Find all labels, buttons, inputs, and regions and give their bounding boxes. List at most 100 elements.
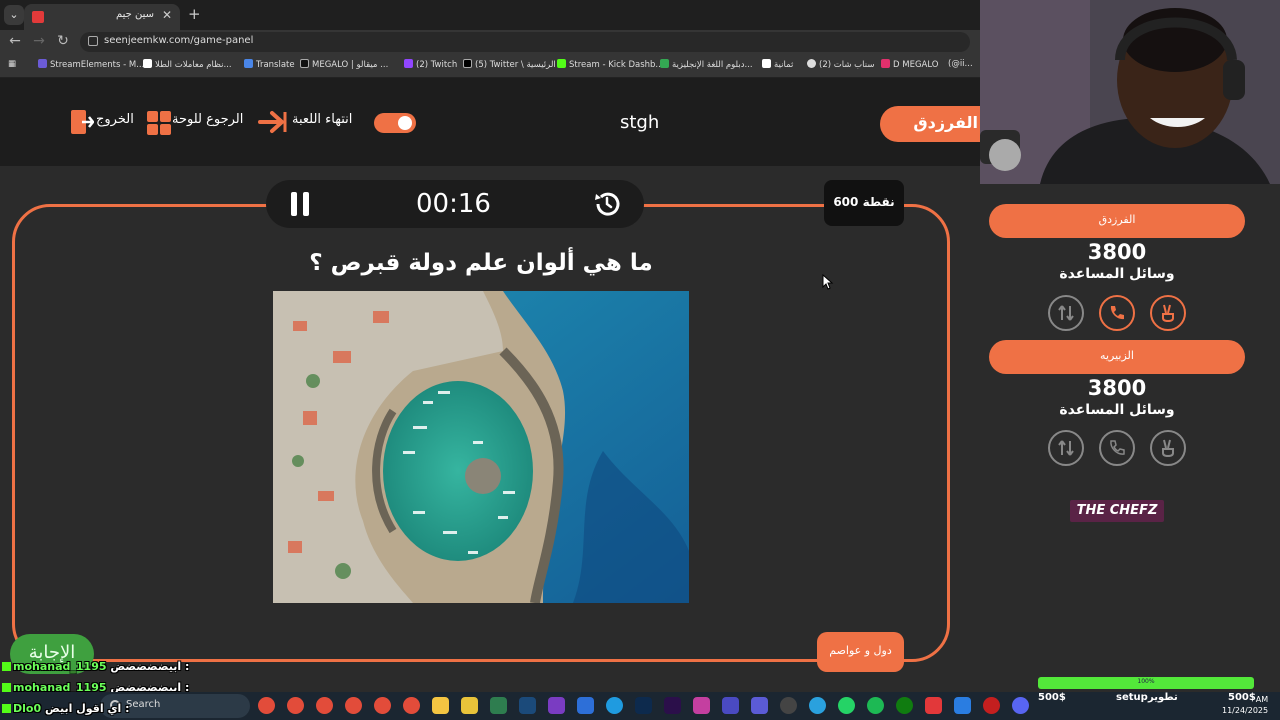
app-icon[interactable] [722, 697, 739, 714]
chrome-icon[interactable] [287, 697, 304, 714]
phone-friend-icon[interactable] [1099, 295, 1135, 331]
goal-progress-bar: 100% [1038, 677, 1254, 689]
telegram-icon[interactable] [809, 697, 826, 714]
points-value: 600 نقطة [833, 195, 895, 209]
back-arrow-icon[interactable]: ← [6, 33, 24, 49]
spotify-icon[interactable] [867, 697, 884, 714]
back-to-board-label[interactable]: الرجوع للوحة [172, 112, 243, 127]
dev-label: تطوير [1148, 692, 1178, 703]
gear-icon [398, 116, 412, 130]
exit-door-icon[interactable] [70, 109, 94, 135]
phone-friend-icon[interactable] [1099, 430, 1135, 466]
apps-grid-icon[interactable]: ▦ [8, 59, 16, 69]
url-field[interactable]: seenjeemkw.com/game-panel [80, 32, 970, 52]
chrome-icon[interactable] [345, 697, 362, 714]
kick-badge-icon [2, 704, 11, 713]
clock-date: 11/24/2025 [1222, 706, 1269, 715]
end-game-toggle[interactable] [374, 113, 416, 133]
swap-question-icon[interactable] [1048, 295, 1084, 331]
team-2-helpers-label: وسائل المساعدة [1059, 402, 1175, 418]
taskbar-clock[interactable]: AM 11/24/2025 [1222, 694, 1268, 716]
donation-left: 500$ [1038, 692, 1066, 703]
photoshop-icon[interactable] [635, 697, 652, 714]
whatsapp-icon[interactable] [838, 697, 855, 714]
bookmark-item[interactable]: (2) Twitch [404, 59, 457, 70]
double-points-icon[interactable] [1150, 295, 1186, 331]
arrow-right-icon[interactable] [258, 109, 288, 135]
bookmark-item[interactable]: (5) Twitter \ الرئيسية [463, 59, 556, 70]
site-favicon-icon [32, 11, 44, 23]
bookmark-item[interactable]: D MEGALO [881, 59, 938, 70]
new-tab-button[interactable]: + [188, 5, 201, 23]
exit-label[interactable]: الخروج [96, 112, 134, 127]
bookmark-item[interactable]: دبلوم اللغة الإنجليزية... [660, 59, 753, 70]
app-icon[interactable] [577, 697, 594, 714]
app-icon[interactable] [925, 697, 942, 714]
chat-message: mohanad_1195 ابيضضضضض : [2, 660, 189, 673]
setup-label: setup [1116, 692, 1148, 703]
kick-badge-icon [2, 683, 11, 692]
double-points-icon[interactable] [1150, 430, 1186, 466]
app-icon[interactable] [954, 697, 971, 714]
bookmark-item[interactable]: ثمانية [762, 59, 793, 70]
chat-text: اي اقول ابيض : [44, 702, 130, 715]
team-2-pill: الزبيريه [989, 340, 1245, 374]
edge-icon[interactable] [606, 697, 623, 714]
category-button[interactable]: دول و عواصم [817, 632, 904, 672]
game-header: الفرزدق stgh انتهاء اللعبة الرجوع للوحة … [0, 78, 1010, 166]
bookmark-item[interactable]: (2) سناب شات [807, 59, 874, 70]
chrome-icon[interactable] [403, 697, 420, 714]
team-2-score: 3800 [1087, 376, 1147, 400]
taskbar-search-label: Search [126, 699, 161, 710]
excel-icon[interactable] [490, 697, 507, 714]
address-bar-row: ← → ↻ seenjeemkw.com/game-panel [0, 30, 980, 54]
folder-icon[interactable] [432, 697, 449, 714]
team-1-pill: الفرزدق [989, 204, 1245, 238]
reload-icon[interactable]: ↻ [54, 33, 72, 49]
bookmark-item[interactable]: StreamElements - M... [38, 59, 144, 70]
app-icon[interactable] [461, 697, 478, 714]
bookmark-item[interactable]: Stream - Kick Dashb... [557, 59, 664, 70]
question-image [273, 291, 689, 603]
pause-icon[interactable] [291, 192, 309, 216]
bookmark-item[interactable]: نظام معاملات الطلا... [143, 59, 232, 70]
obs-icon[interactable] [780, 697, 797, 714]
sponsor-logo-text: THE CHEFZ [1076, 503, 1158, 518]
chrome-icon[interactable] [316, 697, 333, 714]
team-2-name: الزبيريه [1100, 349, 1134, 362]
forward-arrow-icon[interactable]: → [30, 33, 48, 49]
chrome-icon[interactable] [374, 697, 391, 714]
timer-bar: 00:16 [266, 180, 644, 228]
goal-progress-label: 100% [1137, 678, 1155, 685]
app-icon[interactable] [548, 697, 565, 714]
bookmark-item[interactable]: (@ii... [948, 59, 973, 69]
bookmarks-bar: ▦ StreamElements - M... نظام معاملات الط… [0, 54, 980, 78]
chat-message: Dlo0 اي اقول ابيض : [2, 702, 130, 715]
swap-question-icon[interactable] [1048, 430, 1084, 466]
tab-list-button[interactable]: ⌄ [4, 5, 24, 25]
premiere-icon[interactable] [664, 697, 681, 714]
app-icon[interactable] [693, 697, 710, 714]
grid-icon[interactable] [147, 111, 171, 135]
teams-icon[interactable] [751, 697, 768, 714]
steam-icon[interactable] [519, 697, 536, 714]
browser-tab[interactable]: سين جيم ✕ [24, 4, 180, 30]
site-info-icon[interactable] [88, 36, 98, 46]
chrome-icon[interactable] [258, 697, 275, 714]
discord-icon[interactable] [1012, 697, 1029, 714]
team-1-name: الفرزدق [1098, 213, 1136, 226]
browser-tab-bar: ⌄ سين جيم ✕ + [0, 0, 980, 30]
bookmark-item[interactable]: Translate [244, 59, 295, 70]
reset-timer-icon[interactable] [592, 189, 622, 219]
team-1-score: 3800 [1087, 240, 1147, 264]
question-text: ما هي ألوان علم دولة قبرص ؟ [309, 250, 653, 276]
team-1-helpers-label: وسائل المساعدة [1059, 266, 1175, 282]
kick-badge-icon [2, 662, 11, 671]
timer-display: 00:16 [416, 189, 491, 219]
close-icon[interactable]: ✕ [162, 8, 172, 22]
xbox-icon[interactable] [896, 697, 913, 714]
end-game-label[interactable]: انتهاء اللعبة [292, 112, 352, 127]
app-icon[interactable] [983, 697, 1000, 714]
bookmark-item[interactable]: MEGALO | ميقالو ... [300, 59, 388, 70]
chat-text: ابيضضضضض : [110, 660, 190, 673]
